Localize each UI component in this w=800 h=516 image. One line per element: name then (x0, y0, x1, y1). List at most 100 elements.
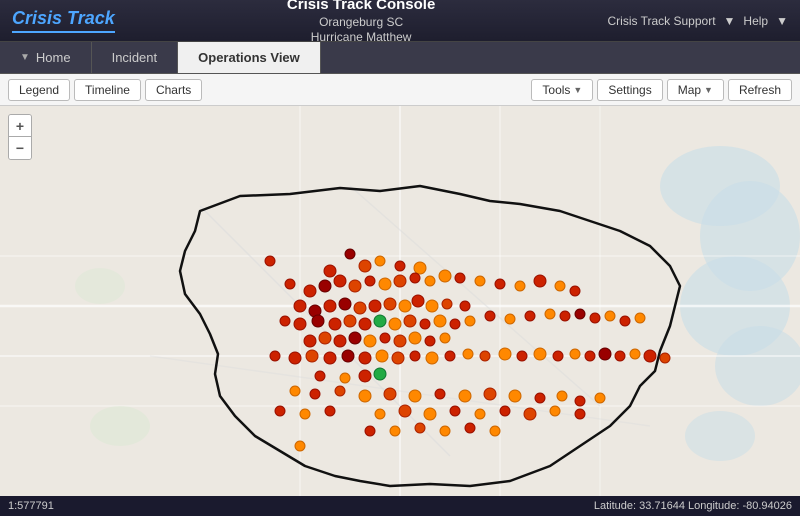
map-marker[interactable] (434, 315, 447, 328)
map-marker[interactable] (412, 295, 425, 308)
map-marker[interactable] (524, 408, 537, 421)
map-marker[interactable] (550, 406, 561, 417)
map-marker[interactable] (415, 423, 426, 434)
map-marker[interactable] (349, 332, 362, 345)
map-marker[interactable] (329, 318, 342, 331)
map-marker[interactable] (509, 390, 522, 403)
map-marker[interactable] (463, 349, 474, 360)
map-marker[interactable] (399, 300, 412, 313)
map-marker[interactable] (460, 301, 471, 312)
map-marker[interactable] (265, 256, 276, 267)
map-marker[interactable] (630, 349, 641, 360)
map-marker[interactable] (379, 278, 392, 291)
zoom-out-button[interactable]: − (9, 137, 31, 159)
map-marker[interactable] (374, 368, 387, 381)
map-marker[interactable] (555, 281, 566, 292)
map-marker[interactable] (270, 351, 281, 362)
charts-button[interactable]: Charts (145, 79, 202, 101)
map-marker[interactable] (324, 352, 337, 365)
map-marker[interactable] (394, 275, 407, 288)
map-marker[interactable] (450, 406, 461, 417)
map-marker[interactable] (342, 350, 355, 363)
map-marker[interactable] (304, 335, 317, 348)
map-marker[interactable] (475, 276, 486, 287)
map-marker[interactable] (359, 318, 372, 331)
map-marker[interactable] (389, 318, 402, 331)
map-marker[interactable] (435, 389, 446, 400)
map-marker[interactable] (374, 315, 387, 328)
tab-incident[interactable]: Incident (92, 42, 179, 73)
map-marker[interactable] (500, 406, 511, 417)
map-marker[interactable] (575, 409, 586, 420)
map-marker[interactable] (420, 319, 431, 330)
map-marker[interactable] (465, 423, 476, 434)
map-marker[interactable] (590, 313, 601, 324)
map-marker[interactable] (380, 333, 391, 344)
map-marker[interactable] (553, 351, 564, 362)
map-marker[interactable] (515, 281, 526, 292)
map-marker[interactable] (534, 275, 547, 288)
map-marker[interactable] (359, 370, 372, 383)
map-marker[interactable] (339, 298, 352, 311)
map-marker[interactable] (424, 408, 437, 421)
legend-button[interactable]: Legend (8, 79, 70, 101)
map-marker[interactable] (376, 350, 389, 363)
map-marker[interactable] (495, 279, 506, 290)
map-marker[interactable] (375, 256, 386, 267)
map-marker[interactable] (404, 315, 417, 328)
map-marker[interactable] (275, 406, 286, 417)
map-marker[interactable] (300, 409, 311, 420)
map-marker[interactable] (306, 350, 319, 363)
map-marker[interactable] (344, 315, 357, 328)
map-marker[interactable] (557, 391, 568, 402)
map-marker[interactable] (359, 352, 372, 365)
help-link[interactable]: Help (743, 14, 768, 28)
map-marker[interactable] (660, 353, 671, 364)
map-marker[interactable] (335, 386, 346, 397)
map-marker[interactable] (354, 302, 367, 315)
map-marker[interactable] (294, 300, 307, 313)
map-marker[interactable] (442, 299, 453, 310)
map-marker[interactable] (399, 405, 412, 418)
map-marker[interactable] (426, 300, 439, 313)
map-marker[interactable] (359, 260, 372, 273)
map-marker[interactable] (445, 351, 456, 362)
map-marker[interactable] (285, 279, 296, 290)
map-marker[interactable] (534, 348, 547, 361)
map-marker[interactable] (409, 332, 422, 345)
map-marker[interactable] (369, 300, 382, 313)
map-marker[interactable] (459, 390, 472, 403)
timeline-button[interactable]: Timeline (74, 79, 141, 101)
map-marker[interactable] (490, 426, 501, 437)
map-marker[interactable] (620, 316, 631, 327)
map-marker[interactable] (295, 441, 306, 452)
map-marker[interactable] (426, 352, 439, 365)
map-marker[interactable] (394, 335, 407, 348)
map-marker[interactable] (465, 316, 476, 327)
map-marker[interactable] (605, 311, 616, 322)
map-marker[interactable] (585, 351, 596, 362)
map-marker[interactable] (310, 389, 321, 400)
tab-home[interactable]: ▼ Home (0, 42, 92, 73)
map-marker[interactable] (517, 351, 528, 362)
map-marker[interactable] (365, 276, 376, 287)
map-marker[interactable] (319, 280, 332, 293)
map-marker[interactable] (599, 348, 612, 361)
map-marker[interactable] (635, 313, 646, 324)
map-marker[interactable] (349, 280, 362, 293)
map-marker[interactable] (480, 351, 491, 362)
map-marker[interactable] (390, 426, 401, 437)
map-marker[interactable] (384, 388, 397, 401)
map-marker[interactable] (280, 316, 291, 327)
map-marker[interactable] (545, 309, 556, 320)
zoom-in-button[interactable]: + (9, 115, 31, 137)
map-marker[interactable] (345, 249, 356, 260)
map-marker[interactable] (325, 406, 336, 417)
map-marker[interactable] (410, 351, 421, 362)
map-marker[interactable] (340, 373, 351, 384)
map-marker[interactable] (384, 298, 397, 311)
map-marker[interactable] (535, 393, 546, 404)
map-marker[interactable] (450, 319, 461, 330)
map-marker[interactable] (359, 390, 372, 403)
map-marker[interactable] (525, 311, 536, 322)
